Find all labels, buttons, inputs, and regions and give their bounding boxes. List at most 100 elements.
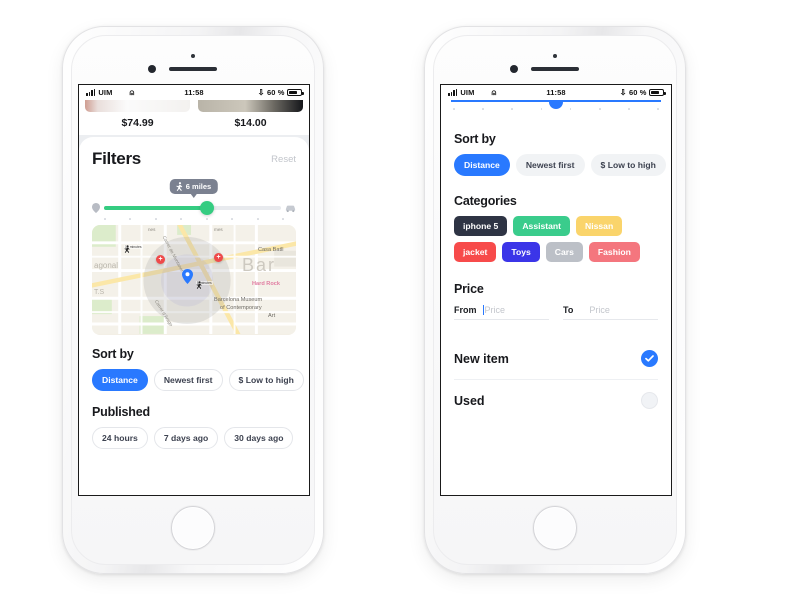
condition-label-used: Used — [454, 393, 485, 408]
price-from-input[interactable]: Price — [482, 305, 505, 315]
category-chip-iphone-5[interactable]: iphone 5 — [454, 216, 508, 236]
earpiece-speaker — [531, 67, 579, 71]
published-chip-7-days[interactable]: 7 days ago — [153, 427, 219, 449]
slider-track[interactable] — [104, 201, 281, 215]
filters-sheet: Filters Reset 6 miles Bar Casa Batll Har… — [79, 137, 309, 495]
screen-left: UIM ⍝ 11:58 ⇩ 60 % $74.99 $14.00 Filters… — [78, 84, 310, 496]
radio-unselected-icon[interactable] — [641, 392, 658, 409]
condition-label-new-item: New item — [454, 351, 509, 366]
price-to-input[interactable]: Price — [589, 305, 610, 315]
category-chip-fashion[interactable]: Fashion — [588, 242, 640, 262]
condition-section: New item Used — [454, 338, 658, 421]
walk-time-marker: 5 minutes — [196, 281, 213, 289]
walk-time-marker: 10 minutes — [124, 245, 143, 253]
slider-thumb[interactable] — [199, 201, 214, 215]
section-title-price: Price — [454, 282, 484, 296]
map-label-misc-2: nes — [148, 227, 156, 232]
home-button[interactable] — [171, 506, 215, 550]
slider-track-row[interactable] — [92, 201, 296, 215]
published-chip-24-hours[interactable]: 24 hours — [92, 427, 148, 449]
clock-label: 11:58 — [546, 88, 566, 97]
map-label-diagonal: agonal — [94, 261, 119, 270]
walking-person-icon — [176, 182, 183, 191]
product-card[interactable]: $14.00 — [198, 100, 303, 135]
sort-chip-newest-first[interactable]: Newest first — [153, 369, 223, 391]
plus-marker-icon[interactable]: + — [156, 255, 165, 264]
map-base-layer — [92, 225, 296, 334]
category-row: jacket Toys Cars Fashion — [454, 242, 658, 262]
product-thumbnail — [198, 100, 303, 112]
sort-by-section: Sort by Distance Newest first $ Low to h… — [92, 347, 304, 391]
check-glyph-icon — [645, 355, 654, 362]
map-pin-icon — [92, 203, 100, 213]
category-chip-jacket[interactable]: jacket — [454, 242, 497, 262]
slider-ticks — [453, 108, 659, 110]
sort-chip-distance[interactable]: Distance — [454, 154, 510, 176]
price-section: Price From Price To Price — [454, 282, 658, 320]
categories-section: Categories iphone 5 Assistant Nissan jac… — [454, 194, 658, 262]
category-chip-assistant[interactable]: Assistant — [513, 216, 571, 236]
product-price: $14.00 — [234, 117, 267, 129]
price-to-label: To — [563, 305, 574, 315]
product-strip: $74.99 $14.00 — [79, 100, 309, 135]
status-bar: UIM ⍝ 11:58 ⇩ 60 % — [79, 85, 309, 100]
price-to-field[interactable]: To Price — [563, 305, 658, 320]
condition-row-new-item[interactable]: New item — [454, 338, 658, 380]
screenshot-canvas: UIM ⍝ 11:58 ⇩ 60 % $74.99 $14.00 Filters… — [0, 0, 800, 600]
map-label-city: Bar — [242, 255, 277, 275]
product-card[interactable]: $74.99 — [85, 100, 190, 135]
sort-chip-low-to-high[interactable]: $ Low to high — [228, 369, 304, 391]
distance-badge: 6 miles — [169, 179, 219, 198]
sort-chip-low-to-high[interactable]: $ Low to high — [590, 154, 666, 176]
section-title-published: Published — [92, 405, 150, 419]
battery-icon — [287, 89, 304, 96]
product-thumbnail — [85, 100, 190, 112]
walking-person-icon — [196, 281, 202, 289]
map-label-poi: Hard Rock — [252, 281, 280, 287]
checkmark-icon[interactable] — [641, 350, 658, 367]
category-chip-group: iphone 5 Assistant Nissan jacket Toys Ca… — [454, 216, 658, 262]
map-preview[interactable]: Bar Casa Batll Hard Rock Barcelona Museu… — [92, 225, 296, 335]
published-section: Published 24 hours 7 days ago 30 days ag… — [92, 405, 296, 449]
car-icon — [285, 205, 296, 212]
map-label-misc-1: mes — [214, 227, 223, 232]
screen-body-right: Sort by Distance Newest first $ Low to h… — [441, 100, 671, 495]
home-button[interactable] — [533, 506, 577, 550]
page-title: Filters — [92, 149, 141, 168]
price-range-inputs: From Price To Price — [454, 305, 658, 320]
category-chip-toys[interactable]: Toys — [502, 242, 540, 262]
sort-chip-distance[interactable]: Distance — [92, 369, 148, 391]
published-chip-30-days[interactable]: 30 days ago — [224, 427, 294, 449]
sort-by-section: Sort by Distance Newest first $ Low to h… — [454, 132, 666, 176]
phone-device-left: UIM ⍝ 11:58 ⇩ 60 % $74.99 $14.00 Filters… — [62, 26, 324, 574]
proximity-sensor-icon — [191, 54, 195, 58]
section-title-sort-by: Sort by — [92, 347, 134, 361]
plus-marker-icon[interactable]: + — [214, 253, 223, 262]
price-from-field[interactable]: From Price — [454, 305, 549, 320]
category-chip-cars[interactable]: Cars — [545, 242, 583, 262]
slider-fill — [104, 206, 207, 210]
price-from-label: From — [454, 305, 477, 315]
reset-button[interactable]: Reset — [271, 154, 296, 165]
proximity-sensor-icon — [553, 54, 557, 58]
section-title-categories: Categories — [454, 194, 517, 208]
filters-header: Filters Reset — [92, 149, 296, 169]
text-cursor — [482, 305, 484, 315]
clock-label: 11:58 — [184, 88, 204, 97]
screen-body-left: $74.99 $14.00 Filters Reset 6 miles Bar … — [79, 100, 309, 495]
distance-slider[interactable]: 6 miles — [92, 179, 296, 221]
screen-right: UIM ⍝ 11:58 ⇩ 60 % Sort by Distance Newe… — [440, 84, 672, 496]
condition-row-used[interactable]: Used — [454, 380, 658, 421]
walking-person-icon — [124, 245, 130, 253]
front-camera-icon — [510, 65, 518, 73]
battery-icon — [649, 89, 666, 96]
category-chip-nissan[interactable]: Nissan — [576, 216, 623, 236]
map-label-museum-3: Art — [268, 313, 276, 319]
price-range-slider[interactable] — [441, 100, 671, 118]
front-camera-icon — [148, 65, 156, 73]
location-marker-icon — [182, 269, 193, 284]
phone-device-right: UIM ⍝ 11:58 ⇩ 60 % Sort by Distance Newe… — [424, 26, 686, 574]
sort-by-chip-group: Distance Newest first $ Low to high — [92, 369, 304, 391]
map-label-landmark: Casa Batll — [258, 247, 284, 253]
sort-chip-newest-first[interactable]: Newest first — [515, 154, 585, 176]
